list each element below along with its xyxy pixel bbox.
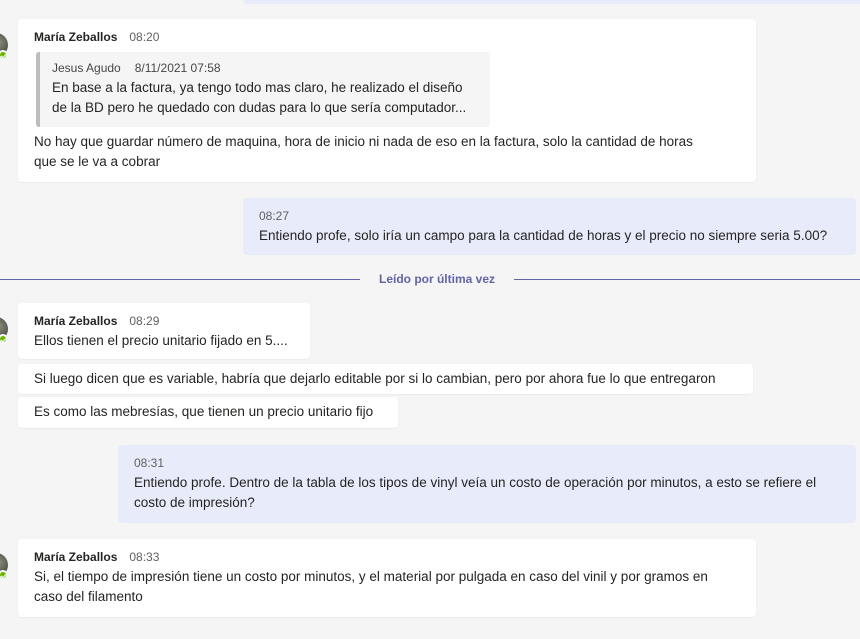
message-time: 08:31 (134, 456, 165, 470)
message-author: María Zeballos (34, 314, 118, 328)
chat-message[interactable]: Es como las mebresías, que tienen un pre… (18, 397, 398, 428)
chat-message[interactable]: María Zeballos 08:20 Jesus Agudo 8/11/20… (18, 19, 756, 182)
message-time: 08:33 (129, 550, 160, 564)
chat-message[interactable]: María Zeballos 08:33 Si, el tiempo de im… (18, 539, 756, 617)
presence-available-icon (0, 50, 8, 60)
quote-text-line: de la BD pero he quedado con dudas para … (52, 100, 467, 115)
message-text-line: Entiendo profe. Dentro de la tabla de lo… (134, 475, 817, 490)
message-text-line: costo de impresión? (134, 495, 255, 510)
message-text: Si luego dicen que es variable, habría q… (34, 371, 716, 386)
quote-time: 8/11/2021 07:58 (134, 61, 221, 75)
message-time: 08:29 (129, 314, 160, 328)
chat-message[interactable]: Si luego dicen que es variable, habría q… (18, 364, 753, 394)
message-text: Entiendo profe, solo iría un campo para … (259, 228, 828, 243)
quoted-reply[interactable]: Jesus Agudo 8/11/2021 07:58 En base a la… (36, 52, 490, 127)
quote-author: Jesus Agudo (52, 61, 121, 75)
presence-available-icon (0, 334, 8, 344)
own-chat-message[interactable]: 08:27 Entiendo profe, solo iría un campo… (243, 198, 856, 255)
message-text: Es como las mebresías, que tienen un pre… (34, 404, 374, 419)
previous-own-message-edge (243, 0, 860, 4)
message-author: María Zeballos (34, 550, 118, 564)
message-text-line: No hay que guardar número de maquina, ho… (34, 134, 693, 149)
own-chat-message[interactable]: 08:31 Entiendo profe. Dentro de la tabla… (118, 445, 856, 523)
message-text: Ellos tienen el precio unitario fijado e… (34, 333, 288, 348)
message-time: 08:20 (129, 30, 160, 44)
last-read-label: Leído por última vez (360, 271, 514, 287)
presence-available-icon (0, 570, 8, 580)
message-text-line: caso del filamento (34, 589, 143, 604)
message-author: María Zeballos (34, 30, 118, 44)
message-text-line: Si, el tiempo de impresión tiene un cost… (34, 569, 708, 584)
message-time: 08:27 (259, 209, 290, 223)
message-text-line: que se le va a cobrar (34, 154, 161, 169)
chat-message[interactable]: María Zeballos 08:29 Ellos tienen el pre… (18, 303, 310, 359)
quote-text-line: En base a la factura, ya tengo todo mas … (52, 80, 463, 95)
